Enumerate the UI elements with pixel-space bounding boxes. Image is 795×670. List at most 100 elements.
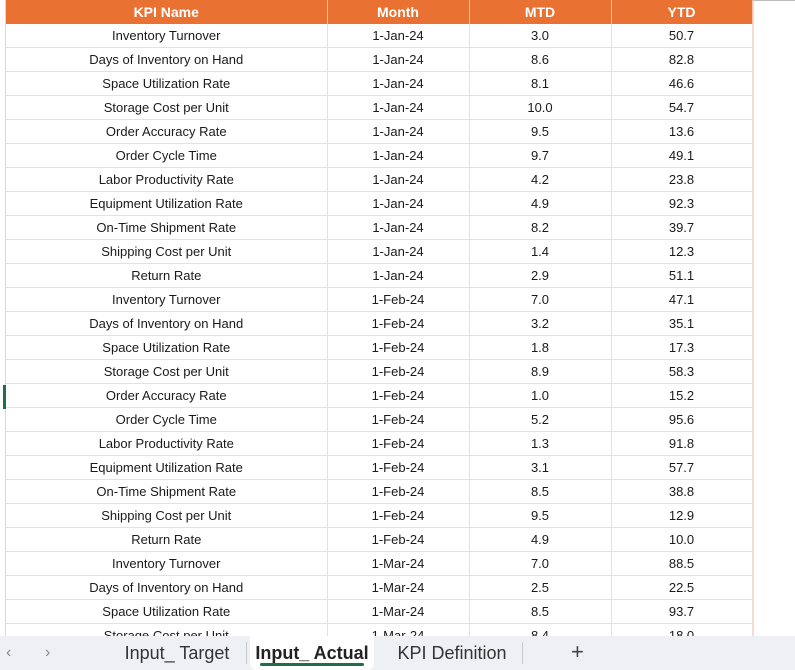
cell-ytd[interactable]: 58.3: [611, 359, 753, 384]
cell-mtd[interactable]: 3.0: [469, 24, 612, 48]
cell-ytd[interactable]: 54.7: [611, 95, 753, 120]
cell-ytd[interactable]: 95.6: [611, 407, 753, 432]
cell-kpi-name[interactable]: Days of Inventory on Hand: [6, 47, 328, 72]
cell-ytd[interactable]: 15.2: [611, 383, 753, 408]
cell-ytd[interactable]: 13.6: [611, 119, 753, 144]
cell-mtd[interactable]: 5.2: [469, 407, 612, 432]
cell-kpi-name[interactable]: Storage Cost per Unit: [6, 359, 328, 384]
cell-month[interactable]: 1-Feb-24: [327, 359, 470, 384]
cell-month[interactable]: 1-Jan-24: [327, 263, 470, 288]
cell-month[interactable]: 1-Feb-24: [327, 407, 470, 432]
cell-kpi-name[interactable]: Return Rate: [6, 263, 328, 288]
cell-month[interactable]: 1-Feb-24: [327, 479, 470, 504]
cell-ytd[interactable]: 93.7: [611, 599, 753, 624]
cell-mtd[interactable]: 8.6: [469, 47, 612, 72]
cell-mtd[interactable]: 9.7: [469, 143, 612, 168]
cell-ytd[interactable]: 92.3: [611, 191, 753, 216]
tab-kpi-definition[interactable]: KPI Definition: [384, 636, 520, 670]
cell-mtd[interactable]: 2.5: [469, 575, 612, 600]
cell-month[interactable]: 1-Feb-24: [327, 431, 470, 456]
cell-ytd[interactable]: 50.7: [611, 24, 753, 48]
cell-mtd[interactable]: 7.0: [469, 287, 612, 312]
cell-mtd[interactable]: 2.9: [469, 263, 612, 288]
cell-mtd[interactable]: 1.3: [469, 431, 612, 456]
cell-kpi-name[interactable]: Order Cycle Time: [6, 407, 328, 432]
cell-ytd[interactable]: 12.9: [611, 503, 753, 528]
cell-kpi-name[interactable]: Days of Inventory on Hand: [6, 575, 328, 600]
cell-mtd[interactable]: 1.0: [469, 383, 612, 408]
cell-mtd[interactable]: 4.2: [469, 167, 612, 192]
cell-mtd[interactable]: 3.2: [469, 311, 612, 336]
cell-ytd[interactable]: 91.8: [611, 431, 753, 456]
cell-kpi-name[interactable]: Labor Productivity Rate: [6, 431, 328, 456]
cell-ytd[interactable]: 82.8: [611, 47, 753, 72]
cell-month[interactable]: 1-Feb-24: [327, 311, 470, 336]
cell-kpi-name[interactable]: Inventory Turnover: [6, 287, 328, 312]
header-kpi-name[interactable]: KPI Name: [6, 0, 328, 24]
cell-kpi-name[interactable]: Order Accuracy Rate: [6, 383, 328, 408]
cell-kpi-name[interactable]: Inventory Turnover: [6, 24, 328, 48]
cell-mtd[interactable]: 1.4: [469, 239, 612, 264]
cell-ytd[interactable]: 10.0: [611, 527, 753, 552]
cell-kpi-name[interactable]: Labor Productivity Rate: [6, 167, 328, 192]
cell-ytd[interactable]: 39.7: [611, 215, 753, 240]
cell-mtd[interactable]: 7.0: [469, 551, 612, 576]
cell-kpi-name[interactable]: Shipping Cost per Unit: [6, 503, 328, 528]
cell-month[interactable]: 1-Mar-24: [327, 551, 470, 576]
cell-mtd[interactable]: 1.8: [469, 335, 612, 360]
cell-ytd[interactable]: 22.5: [611, 575, 753, 600]
cell-kpi-name[interactable]: Shipping Cost per Unit: [6, 239, 328, 264]
cell-ytd[interactable]: 47.1: [611, 287, 753, 312]
tab-input-target[interactable]: Input_ Target: [112, 636, 242, 670]
cell-ytd[interactable]: 17.3: [611, 335, 753, 360]
cell-month[interactable]: 1-Jan-24: [327, 239, 470, 264]
cell-month[interactable]: 1-Jan-24: [327, 119, 470, 144]
cell-ytd[interactable]: 57.7: [611, 455, 753, 480]
cell-month[interactable]: 1-Mar-24: [327, 599, 470, 624]
cell-month[interactable]: 1-Jan-24: [327, 95, 470, 120]
cell-mtd[interactable]: 4.9: [469, 191, 612, 216]
cell-month[interactable]: 1-Jan-24: [327, 24, 470, 48]
cell-mtd[interactable]: 8.4: [469, 623, 612, 636]
cell-month[interactable]: 1-Feb-24: [327, 383, 470, 408]
cell-ytd[interactable]: 18.0: [611, 623, 753, 636]
cell-month[interactable]: 1-Feb-24: [327, 455, 470, 480]
cell-month[interactable]: 1-Feb-24: [327, 335, 470, 360]
cell-ytd[interactable]: 49.1: [611, 143, 753, 168]
cell-month[interactable]: 1-Jan-24: [327, 167, 470, 192]
cell-ytd[interactable]: 88.5: [611, 551, 753, 576]
empty-column-area[interactable]: [753, 0, 795, 636]
cell-month[interactable]: 1-Feb-24: [327, 287, 470, 312]
cell-mtd[interactable]: 10.0: [469, 95, 612, 120]
cell-kpi-name[interactable]: Storage Cost per Unit: [6, 623, 328, 636]
cell-ytd[interactable]: 46.6: [611, 71, 753, 96]
cell-ytd[interactable]: 23.8: [611, 167, 753, 192]
cell-kpi-name[interactable]: Days of Inventory on Hand: [6, 311, 328, 336]
cell-month[interactable]: 1-Jan-24: [327, 191, 470, 216]
cell-kpi-name[interactable]: Order Accuracy Rate: [6, 119, 328, 144]
cell-ytd[interactable]: 12.3: [611, 239, 753, 264]
prev-sheet-chevron-left-icon[interactable]: ‹: [6, 644, 11, 662]
cell-month[interactable]: 1-Jan-24: [327, 215, 470, 240]
cell-month[interactable]: 1-Mar-24: [327, 575, 470, 600]
cell-kpi-name[interactable]: Order Cycle Time: [6, 143, 328, 168]
header-mtd[interactable]: MTD: [469, 0, 612, 24]
cell-kpi-name[interactable]: Return Rate: [6, 527, 328, 552]
cell-kpi-name[interactable]: Inventory Turnover: [6, 551, 328, 576]
cell-kpi-name[interactable]: On-Time Shipment Rate: [6, 479, 328, 504]
cell-mtd[interactable]: 8.5: [469, 479, 612, 504]
cell-mtd[interactable]: 8.1: [469, 71, 612, 96]
header-month[interactable]: Month: [327, 0, 470, 24]
add-sheet-plus-icon[interactable]: +: [571, 639, 584, 665]
cell-ytd[interactable]: 35.1: [611, 311, 753, 336]
cell-month[interactable]: 1-Jan-24: [327, 71, 470, 96]
next-sheet-chevron-right-icon[interactable]: ›: [45, 644, 50, 662]
cell-kpi-name[interactable]: Equipment Utilization Rate: [6, 191, 328, 216]
cell-kpi-name[interactable]: Space Utilization Rate: [6, 335, 328, 360]
cell-month[interactable]: 1-Feb-24: [327, 527, 470, 552]
cell-mtd[interactable]: 9.5: [469, 503, 612, 528]
cell-ytd[interactable]: 38.8: [611, 479, 753, 504]
header-ytd[interactable]: YTD: [611, 0, 753, 24]
cell-month[interactable]: 1-Jan-24: [327, 143, 470, 168]
cell-mtd[interactable]: 9.5: [469, 119, 612, 144]
